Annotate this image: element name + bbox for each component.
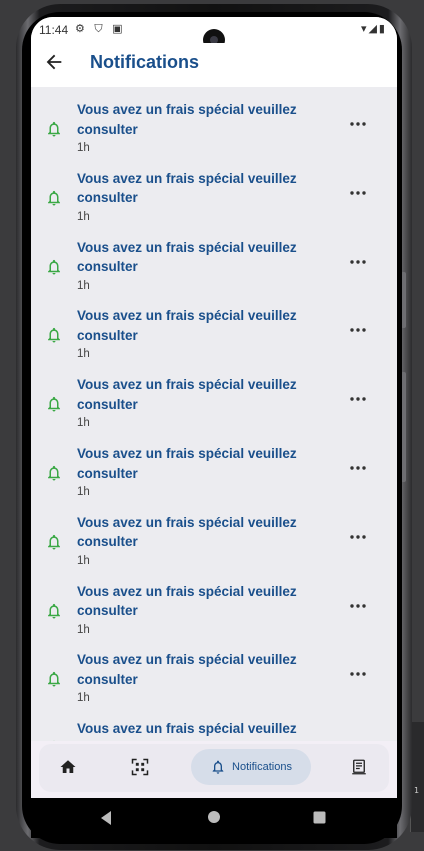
notification-time: 1h: [77, 142, 90, 154]
notification-message: Vous avez un frais spécial veuillez cons…: [77, 308, 297, 343]
more-options-icon[interactable]: [349, 465, 367, 471]
more-options-icon[interactable]: [349, 327, 367, 333]
status-time: 11:44: [39, 23, 69, 37]
notification-item[interactable]: Vous avez un frais spécial veuillez cons…: [31, 233, 397, 302]
more-options-icon[interactable]: [349, 671, 367, 677]
notification-time: 1h: [77, 279, 90, 292]
notification-message: Vous avez un frais spécial veuillez cons…: [77, 721, 297, 741]
notification-time: 1h: [77, 486, 90, 498]
notification-time: 1h: [77, 623, 90, 636]
notification-message: Vous avez un frais spécial veuillez cons…: [77, 377, 297, 412]
bell-icon: [48, 603, 60, 619]
notification-item[interactable]: Vous avez un frais spécial veuillez cons…: [31, 508, 397, 577]
nav-notifications[interactable]: Notifications: [191, 749, 311, 785]
more-options-icon[interactable]: [349, 534, 367, 540]
notification-item[interactable]: Vous avez un frais spécial veuillez cons…: [31, 164, 397, 233]
screen: 11:44 ⚙ ⛉ ▣ ▾◢▮ Notifications Vous avez …: [31, 17, 397, 798]
document-icon: [352, 759, 366, 775]
more-options-icon[interactable]: [349, 190, 367, 196]
notification-message: Vous avez un frais spécial veuillez cons…: [77, 583, 297, 619]
bell-icon: [48, 672, 60, 687]
bell-icon: [48, 190, 60, 206]
qr-scan-icon: [131, 758, 149, 776]
side-strip: 1: [410, 722, 424, 832]
notification-item[interactable]: Vous avez un frais spécial veuillez cons…: [31, 301, 397, 370]
notification-message: Vous avez un frais spécial veuillez cons…: [77, 446, 297, 481]
notification-item[interactable]: Vous avez un frais spécial veuillez cons…: [31, 95, 397, 164]
notification-item[interactable]: Vous avez un frais spécial veuillez cons…: [31, 645, 397, 714]
bell-icon: [48, 534, 60, 550]
notification-item[interactable]: Vous avez un frais spécial veuillez cons…: [31, 714, 397, 741]
notification-message: Vous avez un frais spécial veuillez cons…: [77, 514, 297, 550]
notification-time: 1h: [77, 417, 90, 430]
notification-time: 1h: [77, 210, 90, 223]
home-icon: [60, 760, 76, 773]
app-bar: Notifications: [31, 43, 397, 87]
system-navigation-bar: [31, 798, 397, 838]
side-strip-text: 1: [414, 786, 420, 795]
more-options-icon[interactable]: [349, 396, 367, 402]
notification-time: 1h: [77, 692, 90, 705]
more-options-icon[interactable]: [349, 121, 367, 127]
notification-item[interactable]: Vous avez un frais spécial veuillez cons…: [31, 370, 397, 439]
bell-icon: [48, 259, 60, 275]
nav-documents[interactable]: [342, 749, 376, 785]
recents-square-icon[interactable]: [313, 811, 326, 824]
notification-item[interactable]: Vous avez un frais spécial veuillez cons…: [31, 577, 397, 646]
nav-notifications-label: Notifications: [232, 761, 292, 773]
home-circle-icon[interactable]: [207, 810, 221, 824]
nav-scan[interactable]: [123, 749, 157, 785]
more-options-icon[interactable]: [349, 259, 367, 265]
notification-message: Vous avez un frais spécial veuillez cons…: [77, 652, 297, 687]
notification-item[interactable]: Vous avez un frais spécial veuillez cons…: [31, 439, 397, 508]
notification-message: Vous avez un frais spécial veuillez cons…: [77, 102, 297, 137]
notification-message: Vous avez un frais spécial veuillez cons…: [77, 239, 297, 275]
more-options-icon[interactable]: [349, 603, 367, 609]
bell-icon: [48, 328, 60, 343]
page-title: Notifications: [90, 52, 200, 72]
notification-time: 1h: [77, 554, 90, 567]
notification-time: 1h: [77, 348, 90, 361]
bell-icon: [48, 397, 60, 412]
status-system-icons: ▾◢▮: [360, 22, 387, 35]
notification-message: Vous avez un frais spécial veuillez cons…: [77, 170, 297, 206]
back-button[interactable]: [43, 51, 65, 73]
bottom-nav: Notifications: [31, 741, 397, 798]
arrow-back-icon: [46, 54, 62, 70]
status-notification-icons: ⚙ ⛉ ▣: [75, 22, 126, 35]
back-triangle-icon[interactable]: [99, 810, 113, 826]
bell-icon: [212, 760, 224, 774]
nav-home[interactable]: [51, 749, 85, 785]
bell-icon: [48, 121, 60, 137]
bell-icon: [48, 465, 60, 481]
notification-list[interactable]: Vous avez un frais spécial veuillez cons…: [31, 87, 397, 741]
